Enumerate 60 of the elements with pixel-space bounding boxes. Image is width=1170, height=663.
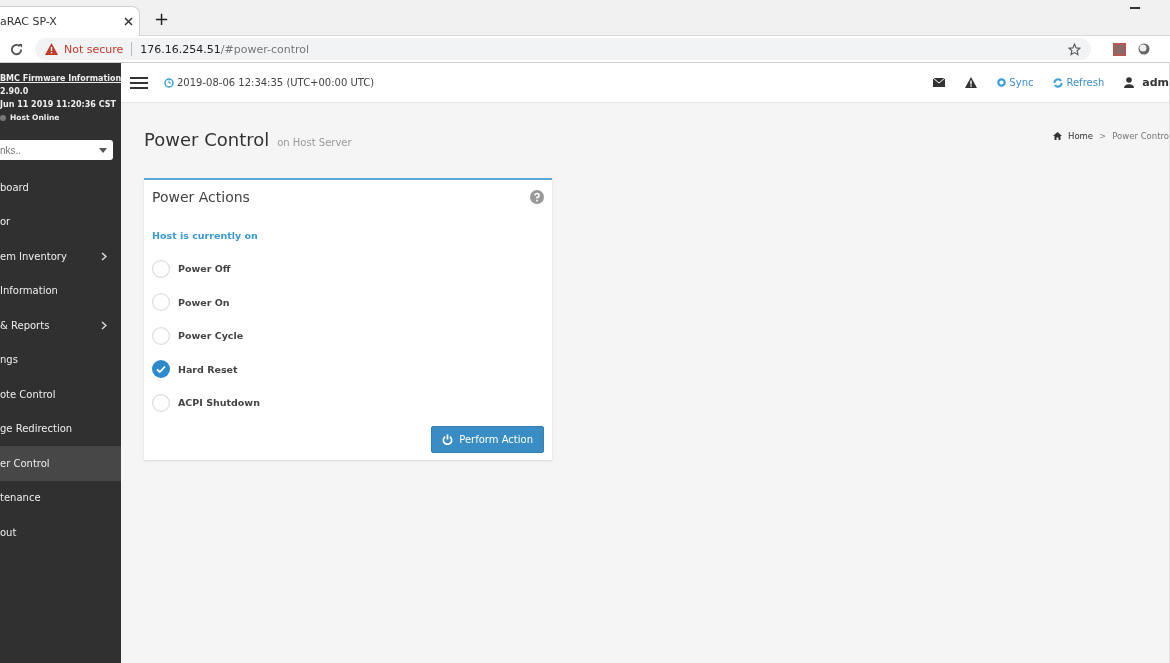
help-icon[interactable]: [530, 190, 544, 204]
radio-label: Power On: [178, 296, 230, 308]
security-label: Not secure: [64, 42, 124, 56]
extension-icon[interactable]: [1138, 43, 1150, 55]
page-title: Power Control: [144, 129, 270, 150]
radio-label: ACPI Shutdown: [178, 397, 260, 409]
build-date: Jun 11 2019 11:20:36 CST: [0, 100, 117, 109]
home-icon: [1053, 132, 1062, 140]
date-time: 2019-08-06 12:34:35 (UTC+00:00 UTC): [177, 77, 375, 88]
breadcrumb-item[interactable]: Home: [1068, 131, 1094, 141]
warning-icon[interactable]: [965, 77, 978, 88]
refresh-icon: [1053, 77, 1064, 88]
radio-label: Power Cycle: [178, 330, 244, 342]
status-dot: [0, 114, 6, 121]
sidebar-item[interactable]: out: [0, 515, 121, 550]
sidebar-item[interactable]: tenance: [0, 480, 121, 515]
close-icon[interactable]: [124, 17, 133, 26]
menu-icon[interactable]: [130, 75, 148, 90]
reload-icon[interactable]: [10, 42, 23, 56]
power-icon: [442, 433, 454, 445]
mail-icon[interactable]: [933, 78, 946, 87]
warning-icon: [45, 43, 58, 55]
breadcrumb-separator: >: [1099, 131, 1107, 141]
radio-label: Power Off: [178, 263, 231, 275]
sidebar-item[interactable]: board: [0, 170, 121, 205]
user-menu[interactable]: adm: [1124, 76, 1169, 89]
caret-icon[interactable]: [99, 148, 107, 153]
sidebar-item[interactable]: Information: [0, 273, 121, 308]
radio-button[interactable]: [152, 393, 170, 412]
sidebar-item[interactable]: ngs: [0, 342, 121, 377]
sync-icon: [997, 78, 1007, 87]
address-bar[interactable]: Not secure 176.16.254.51/#power-control: [35, 38, 1091, 60]
radio-button[interactable]: [152, 293, 170, 312]
radio-label: Hard Reset: [178, 363, 238, 375]
extension-icon[interactable]: [1113, 42, 1126, 56]
sidebar-item[interactable]: em Inventory: [0, 239, 121, 274]
radio-button[interactable]: [152, 360, 170, 379]
host-status-text: Host is currently on: [152, 230, 259, 241]
perform-action-button[interactable]: Perform Action: [431, 425, 544, 453]
breadcrumb-item: Power Contro: [1112, 131, 1169, 141]
sidebar-item[interactable]: ge Redirection: [0, 411, 121, 446]
radio-button[interactable]: [152, 259, 170, 278]
refresh-button[interactable]: Refresh: [1053, 77, 1105, 88]
page-subtitle: on Host Server: [277, 137, 352, 148]
sidebar-item[interactable]: ote Control: [0, 377, 121, 412]
new-tab-button[interactable]: +: [154, 8, 170, 29]
user-icon: [1124, 77, 1135, 88]
clock-icon: [164, 77, 174, 88]
url-text: 176.16.254.51/#power-control: [140, 42, 310, 56]
quick-links-field[interactable]: nks..: [0, 140, 113, 160]
sidebar-item[interactable]: & Reports: [0, 308, 121, 343]
sidebar-item[interactable]: er Control: [0, 446, 121, 481]
star-icon[interactable]: [1068, 42, 1081, 56]
sync-button[interactable]: Sync: [997, 77, 1034, 88]
sidebar-item[interactable]: or: [0, 204, 121, 239]
panel-title: Power Actions: [152, 189, 250, 205]
firmware-info-link[interactable]: BMC Firmware Information: [0, 74, 121, 83]
browser-tab[interactable]: aRAC SP-X: [0, 6, 140, 36]
radio-button[interactable]: [152, 326, 170, 345]
firmware-version: 2.90.0: [0, 87, 30, 96]
